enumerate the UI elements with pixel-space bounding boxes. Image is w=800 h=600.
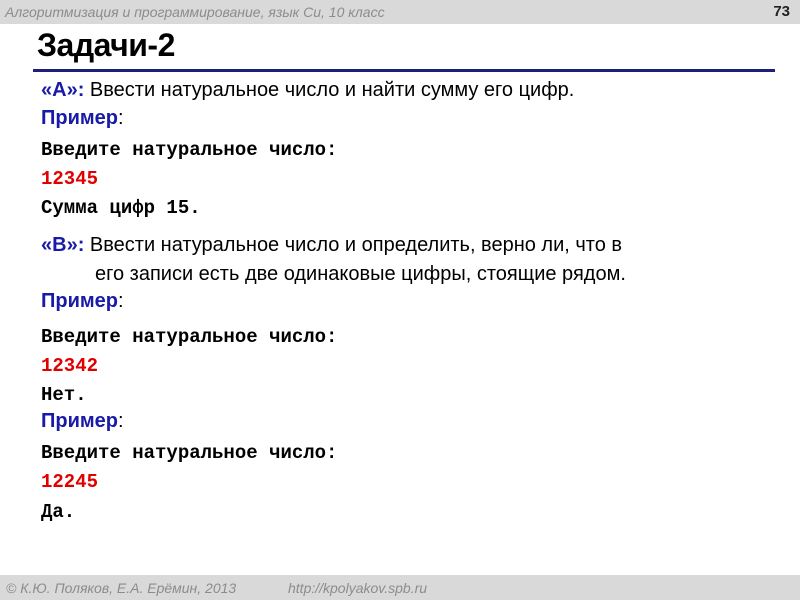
example-input: 12345 — [41, 168, 99, 190]
task-a-label: «А»: — [41, 79, 85, 101]
task-a-statement: «А»: Ввести натуральное число и найти су… — [41, 79, 574, 102]
example-output: Сумма цифр 15. — [41, 197, 201, 219]
slide-title: Задачи-2 — [37, 27, 175, 63]
task-a-text: Ввести натуральное число и найти сумму е… — [84, 79, 575, 101]
example-input: 12342 — [41, 355, 99, 377]
task-b-statement: «B»: Ввести натуральное число и определи… — [41, 234, 622, 257]
example-prompt: Введите натуральное число: — [41, 326, 338, 348]
title-divider — [33, 69, 775, 72]
example-input: 12245 — [41, 471, 99, 493]
course-title: Алгоритмизация и программирование, язык … — [5, 4, 385, 20]
header-bar: Алгоритмизация и программирование, язык … — [0, 0, 800, 24]
example-prompt: Введите натуральное число: — [41, 139, 338, 161]
site-link[interactable]: http://kpolyakov.spb.ru — [288, 580, 427, 596]
example-heading: Пример: — [41, 410, 124, 432]
copyright: © К.Ю. Поляков, Е.А. Ерёмин, 2013 — [6, 580, 237, 596]
task-b-text-cont: его записи есть две одинаковые цифры, ст… — [95, 263, 626, 285]
example-heading: Пример: — [41, 290, 124, 312]
page-number: 73 — [773, 3, 790, 20]
example-output: Да. — [41, 501, 76, 523]
example-heading: Пример: — [41, 107, 124, 129]
footer-bar: © К.Ю. Поляков, Е.А. Ерёмин, 2013 http:/… — [0, 575, 800, 600]
task-b-text: Ввести натуральное число и определить, в… — [84, 234, 623, 256]
example-prompt: Введите натуральное число: — [41, 442, 338, 464]
example-output: Нет. — [41, 384, 87, 406]
task-b-label: «B»: — [41, 234, 85, 256]
